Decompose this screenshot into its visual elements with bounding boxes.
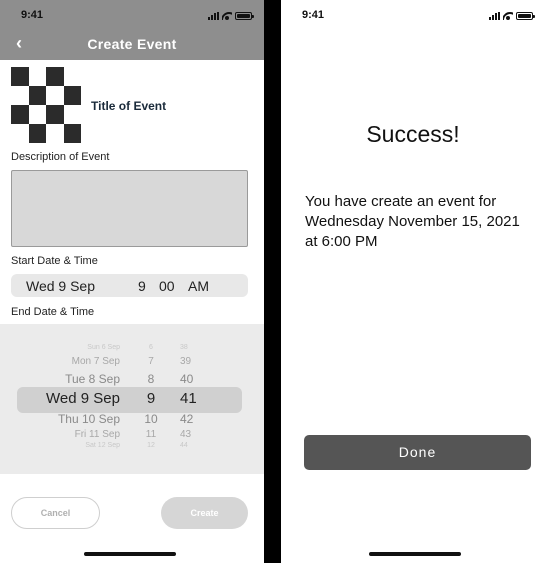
status-time: 9:41: [302, 9, 325, 21]
success-message: You have create an event for Wednesday N…: [305, 193, 520, 250]
start-hour-value: 9: [138, 278, 146, 294]
picker-hour: 7: [148, 356, 154, 367]
picker-hour: 11: [145, 429, 157, 440]
event-image[interactable]: [11, 67, 81, 143]
home-indicator: [84, 552, 176, 556]
picker-minute: 40: [180, 372, 194, 386]
signal-icon: [208, 12, 219, 20]
battery-icon: [235, 12, 254, 20]
description-input[interactable]: [11, 170, 248, 247]
picker-hour: 12: [147, 442, 155, 449]
cancel-button[interactable]: Cancel: [11, 497, 100, 529]
start-date-picker[interactable]: Wed 9 Sep 9 00 AM: [11, 274, 248, 297]
picker-minute: 44: [180, 442, 188, 449]
wifi-icon: [503, 12, 513, 20]
success-screen: 9:41 Success! You have create an event f…: [281, 0, 545, 563]
start-ampm-value: AM: [188, 278, 209, 294]
picker-hour: 10: [144, 412, 158, 426]
home-indicator: [369, 552, 461, 556]
done-button[interactable]: Done: [304, 435, 531, 470]
picker-row[interactable]: Tue 8 Sep 8 40: [0, 372, 264, 392]
picker-minute: 42: [180, 412, 194, 426]
picker-row[interactable]: Wed 9 Sep 9 41: [0, 390, 264, 410]
start-date-label: Start Date & Time: [11, 255, 98, 267]
end-date-label: End Date & Time: [11, 306, 95, 318]
battery-icon: [516, 12, 535, 20]
nav-bar: ‹ Create Event: [0, 28, 264, 60]
event-title[interactable]: Title of Event: [91, 99, 166, 113]
status-bar: 9:41: [281, 0, 545, 28]
picker-minute: 38: [180, 344, 188, 351]
end-date-wheel-picker[interactable]: Sun 6 Sep 6 38 Mon 7 Sep 7 39 Tue 8 Sep 8 40 Wed …: [0, 324, 264, 474]
wifi-icon: [222, 12, 232, 20]
create-button[interactable]: Create: [161, 497, 248, 529]
status-bar: 9:41: [0, 0, 264, 28]
start-minute-value: 00: [159, 278, 175, 294]
page-title: Create Event: [87, 36, 177, 52]
picker-hour: 8: [147, 372, 155, 386]
start-date-value: Wed 9 Sep: [26, 278, 96, 294]
status-time: 9:41: [21, 9, 44, 21]
picker-hour: 9: [146, 390, 156, 407]
picker-minute: 39: [180, 356, 192, 367]
success-title: Success!: [366, 121, 460, 147]
signal-icon: [489, 12, 500, 20]
picker-hour: 6: [149, 344, 153, 351]
picker-minute: 43: [180, 429, 192, 440]
picker-row[interactable]: Sat 12 Sep 12 44: [0, 442, 264, 462]
picker-minute: 41: [180, 390, 197, 407]
create-event-screen: 9:41 ‹ Create Event Title of Event Descr…: [0, 0, 264, 563]
description-label: Description of Event: [11, 151, 110, 163]
